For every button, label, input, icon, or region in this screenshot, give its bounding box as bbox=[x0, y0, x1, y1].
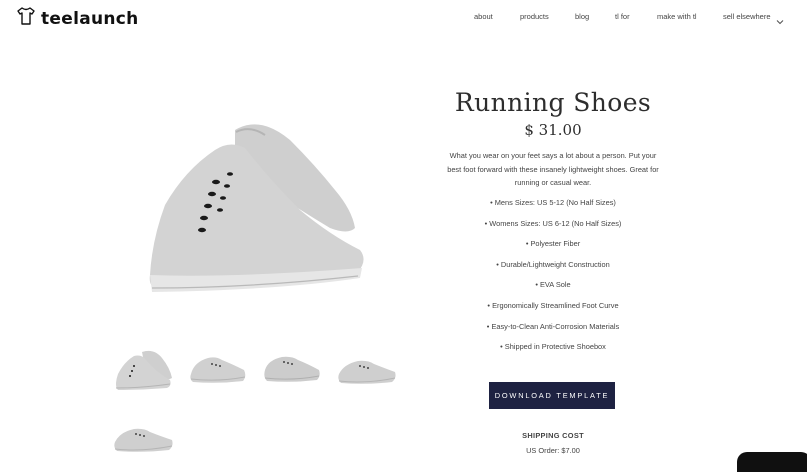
thumbnail-1[interactable] bbox=[112, 344, 176, 399]
nav-link-sell-elsewhere[interactable]: sell elsewhere bbox=[723, 12, 771, 21]
shipping-cost-label: SHIPPING COST bbox=[522, 431, 584, 440]
shipping-cost-value: US Order: $7.00 bbox=[526, 446, 580, 455]
nav-link-tl-for[interactable]: tl for bbox=[615, 12, 630, 21]
thumbnail-3[interactable] bbox=[262, 348, 322, 393]
nav-link-products[interactable]: products bbox=[520, 12, 549, 21]
list-item: • Mens Sizes: US 5-12 (No Half Sizes) bbox=[490, 198, 616, 207]
thumbnail-2[interactable] bbox=[188, 348, 248, 393]
download-template-button[interactable]: DOWNLOAD TEMPLATE bbox=[489, 382, 615, 409]
list-item: • Ergonomically Streamlined Foot Curve bbox=[487, 300, 619, 310]
thumbnail-5[interactable] bbox=[112, 418, 176, 463]
nav-link-make-with-tl[interactable]: make with tl bbox=[657, 12, 697, 21]
nav-link-about[interactable]: about bbox=[474, 12, 493, 21]
chevron-down-icon[interactable] bbox=[776, 13, 784, 31]
product-title: Running Shoes bbox=[454, 88, 652, 117]
list-item: • EVA Sole bbox=[535, 280, 571, 290]
list-item: • Polyester Fiber bbox=[525, 239, 581, 249]
list-item: • Easy-to-Clean Anti-Corrosion Materials bbox=[486, 321, 620, 331]
main-nav: about products blog tl for make with tl … bbox=[0, 12, 807, 26]
list-item: • Durable/Lightweight Construction bbox=[496, 259, 610, 269]
nav-link-blog[interactable]: blog bbox=[575, 12, 589, 21]
list-item: • Shipped in Protective Shoebox bbox=[500, 342, 606, 352]
feature-list: • Mens Sizes: US 5-12 (No Half Sizes) • … bbox=[430, 198, 676, 363]
product-price: $ 31.00 bbox=[524, 121, 582, 139]
thumbnail-4[interactable] bbox=[336, 350, 398, 393]
list-item: • Womens Sizes: US 6-12 (No Half Sizes) bbox=[484, 218, 622, 228]
product-main-image bbox=[130, 110, 380, 310]
product-description: What you wear on your feet says a lot ab… bbox=[447, 151, 659, 188]
chat-widget-tab[interactable] bbox=[737, 452, 807, 472]
